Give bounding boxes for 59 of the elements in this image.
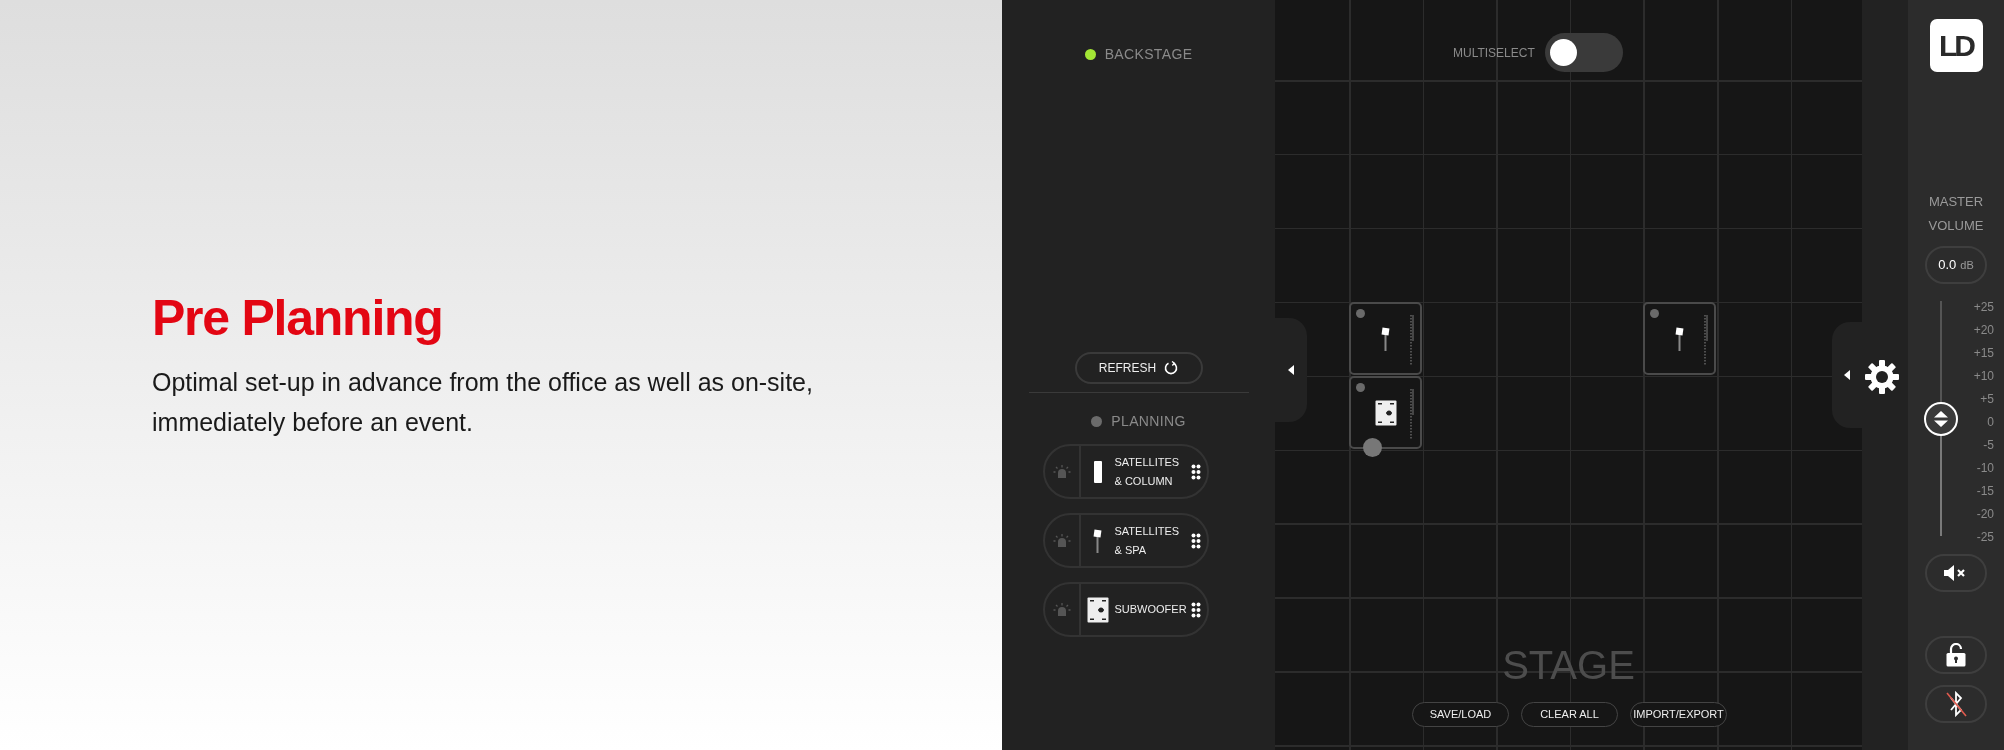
heading: Pre Planning: [152, 289, 444, 348]
scale-label: +5: [1980, 391, 1994, 408]
drag-handle-icon[interactable]: [1190, 463, 1201, 480]
scale-label: 0: [1987, 414, 1994, 431]
speaker-tile[interactable]: [1643, 302, 1716, 375]
speaker-on-pole-icon: [1093, 528, 1102, 553]
scale-label: +15: [1973, 345, 1994, 362]
caret-icon: [1844, 370, 1850, 380]
drag-handle-icon[interactable]: [1190, 532, 1201, 549]
lock-button[interactable]: [1925, 636, 1987, 674]
level-meter-icon: [1410, 315, 1414, 365]
device-item[interactable]: SATELLITES & SPA: [1042, 513, 1209, 568]
stage-button[interactable]: CLEAR ALL: [1521, 702, 1618, 727]
scale-label: -10: [1976, 460, 1994, 477]
section-label: PLANNING: [1111, 412, 1186, 431]
device-item[interactable]: SUBWOOFER: [1042, 582, 1209, 637]
scale-label: +25: [1973, 299, 1994, 316]
scale-label: -25: [1976, 529, 1994, 546]
logo: LD: [1929, 19, 1983, 72]
device-label: SUBWOOFER: [1114, 602, 1185, 617]
speaker-on-pole-icon: [1675, 326, 1684, 351]
refresh-icon: [1164, 361, 1179, 375]
device-label: SATELLITES & SPA: [1114, 523, 1181, 558]
level-meter-icon: [1704, 315, 1708, 365]
refresh-button[interactable]: REFRESH: [1074, 352, 1203, 384]
level-meter-icon: [1410, 389, 1414, 439]
speaker-on-pole-icon: [1381, 326, 1390, 351]
subwoofer-icon: [1374, 399, 1397, 426]
scale-label: -15: [1976, 483, 1994, 500]
scale-label: +20: [1973, 322, 1994, 339]
volume-field[interactable]: 0.0 dB: [1925, 246, 1987, 284]
scale-label: +10: [1973, 368, 1994, 385]
volume-label: MASTER VOLUME: [1927, 193, 1985, 235]
settings-button[interactable]: [1862, 357, 1902, 397]
slider-thumb[interactable]: [1924, 401, 1958, 436]
muted-speaker-icon: [1944, 564, 1968, 582]
up-down-arrows-icon: [1934, 410, 1948, 427]
caret-icon: [1288, 365, 1294, 375]
speaker-tile[interactable]: [1349, 376, 1422, 449]
toggle-label: MULTISELECT: [1453, 44, 1535, 62]
drag-handle-icon[interactable]: [1190, 601, 1201, 618]
unlocked-padlock-icon: [1946, 643, 1966, 667]
mute-button[interactable]: [1925, 554, 1987, 592]
column-speaker-icon: [1092, 460, 1103, 483]
multiselect-toggle[interactable]: [1544, 33, 1623, 72]
stage-button[interactable]: IMPORT/EXPORT: [1630, 702, 1727, 727]
bluetooth-off-icon: [1944, 691, 1968, 717]
description: Optimal set-up in advance from the office as well as on-site, immediately before an event.: [152, 367, 814, 438]
device-item[interactable]: SATELLITES & COLUMN: [1042, 444, 1209, 499]
bluetooth-button[interactable]: [1925, 685, 1987, 723]
device-label: SATELLITES & COLUMN: [1114, 454, 1181, 489]
stage-button[interactable]: SAVE/LOAD: [1412, 702, 1509, 727]
scale-label: -20: [1976, 506, 1994, 523]
speaker-tile[interactable]: [1349, 302, 1422, 375]
subwoofer-icon: [1086, 596, 1109, 623]
section-label: BACKSTAGE: [1104, 45, 1193, 64]
volume-value: 0.0: [1938, 256, 1957, 275]
volume-unit: dB: [1960, 257, 1974, 273]
scale-label: -5: [1983, 437, 1994, 454]
